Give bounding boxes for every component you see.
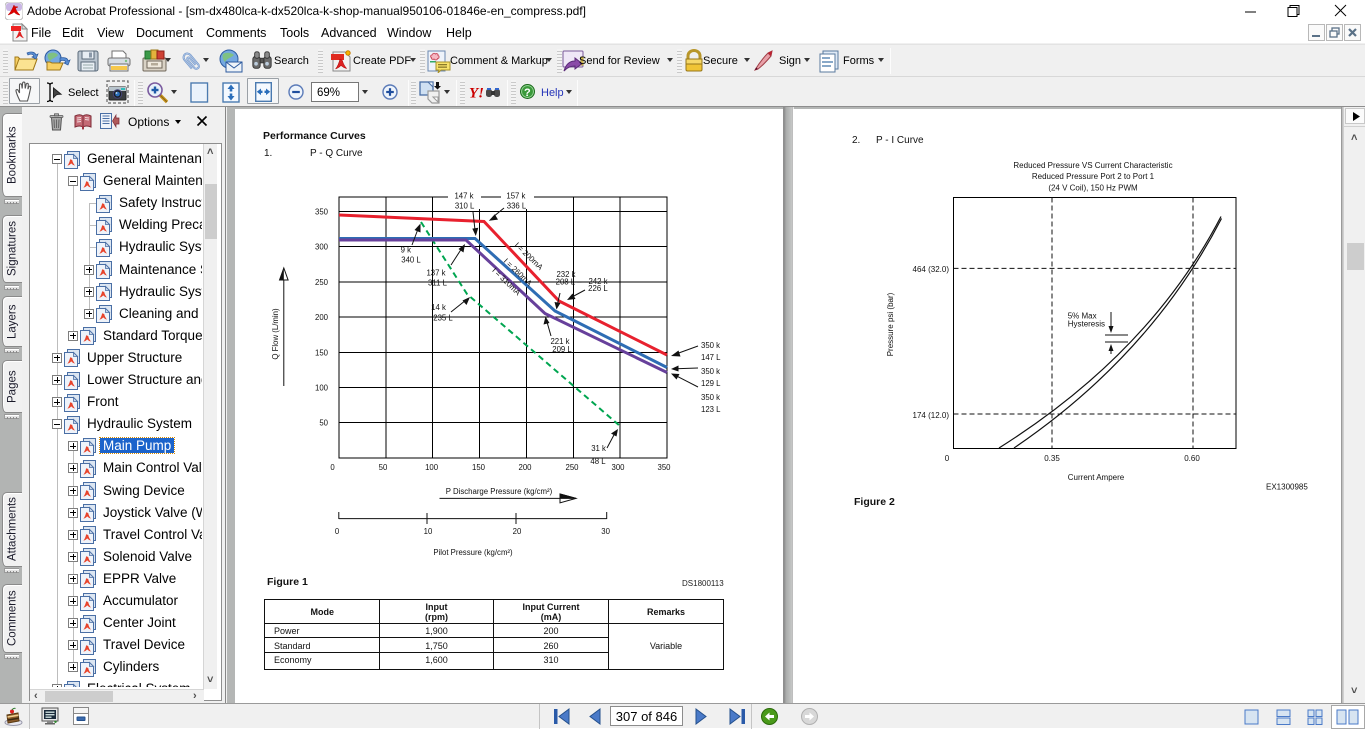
svg-text:50: 50: [319, 419, 328, 428]
svg-text:Pressure psi (bar): Pressure psi (bar): [886, 292, 895, 356]
svg-text:0.35: 0.35: [1044, 454, 1060, 463]
svg-text:Reduced Pressure VS Current Ch: Reduced Pressure VS Current Characterist…: [1013, 161, 1172, 170]
svg-text:208 L –: 208 L –: [556, 277, 582, 286]
svg-text:50: 50: [379, 463, 388, 472]
svg-text:336 L: 336 L: [507, 201, 527, 210]
svg-text:350: 350: [315, 208, 329, 217]
svg-text:100: 100: [425, 463, 439, 472]
svg-text:0.60: 0.60: [1184, 454, 1200, 463]
svg-text:(24 V Coil), 150 Hz PWM: (24 V Coil), 150 Hz PWM: [1048, 184, 1138, 193]
svg-text:?: ?: [524, 87, 531, 99]
svg-text:174 (12.0): 174 (12.0): [913, 411, 950, 420]
svg-text:250: 250: [315, 278, 329, 287]
svg-text:EX1300985: EX1300985: [1266, 483, 1308, 492]
svg-text:200: 200: [518, 463, 532, 472]
svg-text:100: 100: [315, 384, 329, 393]
svg-text:Current Ampere: Current Ampere: [1068, 473, 1125, 482]
svg-text:0: 0: [330, 463, 335, 472]
svg-text:350 k: 350 k: [701, 341, 720, 350]
svg-text:150: 150: [315, 348, 329, 357]
svg-text:0: 0: [945, 454, 950, 463]
svg-text:137 k: 137 k: [426, 269, 445, 278]
svg-text:209 L: 209 L: [552, 345, 572, 354]
svg-text:200: 200: [315, 313, 329, 322]
svg-text:300: 300: [315, 243, 329, 252]
svg-text:Reduced Pressure Port 2 to Por: Reduced Pressure Port 2 to Port 1: [1032, 172, 1155, 181]
svg-text:10: 10: [424, 527, 433, 536]
svg-text:Hysteresis: Hysteresis: [1068, 320, 1105, 329]
svg-text:350 k: 350 k: [701, 393, 720, 402]
svg-text:14 k: 14 k: [431, 303, 446, 312]
svg-text:0: 0: [335, 527, 340, 536]
svg-text:226 L: 226 L: [588, 284, 608, 293]
svg-text:350 k: 350 k: [701, 367, 720, 376]
svg-text:235 L: 235 L: [433, 313, 453, 322]
svg-text:129 L: 129 L: [701, 379, 721, 388]
svg-text:310 L: 310 L: [455, 201, 475, 210]
svg-text:123 L: 123 L: [701, 405, 721, 414]
svg-text:464 (32.0): 464 (32.0): [913, 265, 950, 274]
svg-text:9 k: 9 k: [401, 246, 412, 255]
svg-text:147 L: 147 L: [701, 353, 721, 362]
svg-text:Y!: Y!: [469, 86, 484, 102]
svg-text:30: 30: [601, 527, 610, 536]
svg-text:250: 250: [565, 463, 579, 472]
svg-text:157 k: 157 k: [506, 192, 525, 201]
svg-text:350: 350: [657, 463, 671, 472]
svg-text:Q Flow (L/min): Q Flow (L/min): [271, 308, 280, 360]
svg-text:150: 150: [472, 463, 486, 472]
svg-text:Pilot Pressure (kg/cm²): Pilot Pressure (kg/cm²): [433, 548, 513, 557]
svg-text:300: 300: [611, 463, 625, 472]
svg-text:311 L: 311 L: [428, 279, 448, 288]
svg-text:340 L: 340 L: [401, 256, 421, 265]
svg-text:31 k: 31 k: [591, 444, 606, 453]
svg-text:P Discharge Pressure (kg/cm²): P Discharge Pressure (kg/cm²): [446, 487, 553, 496]
svg-text:147 k: 147 k: [454, 192, 473, 201]
svg-text:20: 20: [513, 527, 522, 536]
svg-text:48 L: 48 L: [590, 457, 606, 466]
